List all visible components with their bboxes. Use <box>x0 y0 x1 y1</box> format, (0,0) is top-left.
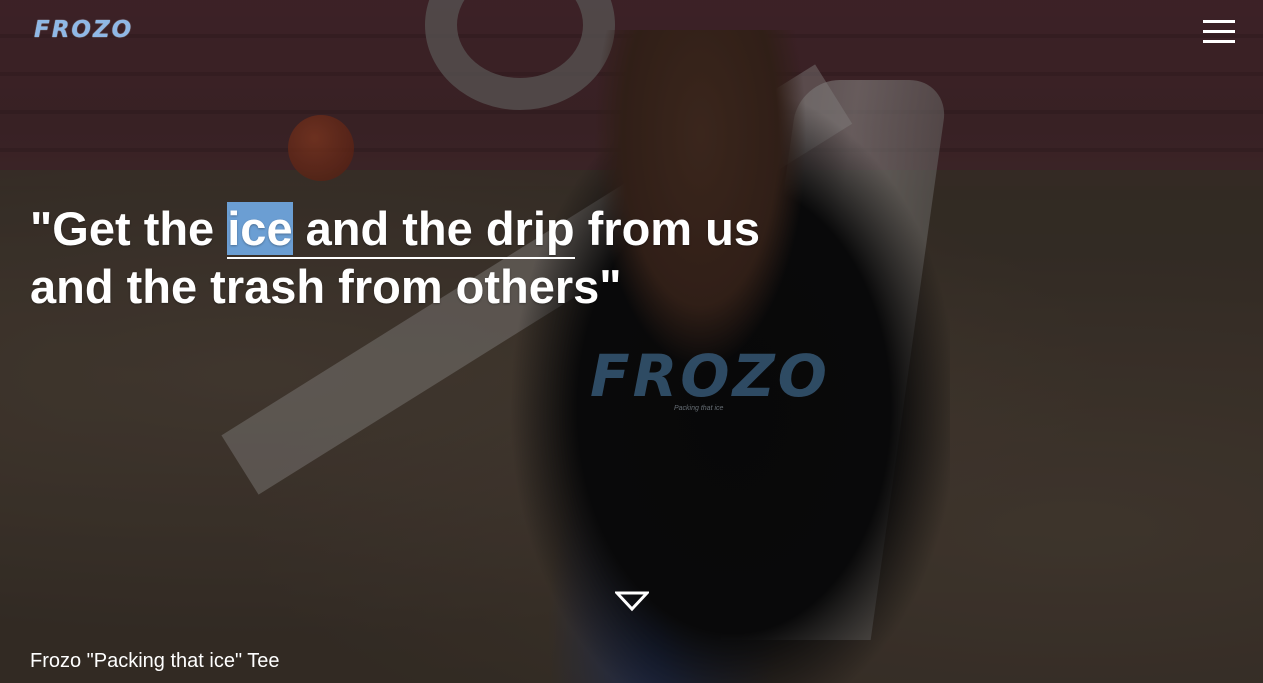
site-logo[interactable]: FROZO <box>34 17 133 43</box>
hamburger-icon-line <box>1203 30 1235 33</box>
product-caption: Frozo "Packing that ice" Tee <box>30 650 280 672</box>
triangle-down-icon[interactable] <box>615 590 649 612</box>
hamburger-icon-line <box>1203 40 1235 43</box>
quote-start: "Get the <box>30 202 228 255</box>
hero-quote: "Get the ice and the drip from us and th… <box>30 200 850 316</box>
quote-link-rest: and the drip <box>292 202 575 255</box>
hamburger-icon <box>1203 20 1235 23</box>
quote-link[interactable]: ice and the drip <box>227 202 575 259</box>
hero-section: FROZO Packing that ice FROZO "Get the ic… <box>0 0 1263 683</box>
menu-button[interactable] <box>1203 20 1235 44</box>
dark-overlay <box>0 0 1263 683</box>
quote-highlight: ice <box>227 202 293 255</box>
